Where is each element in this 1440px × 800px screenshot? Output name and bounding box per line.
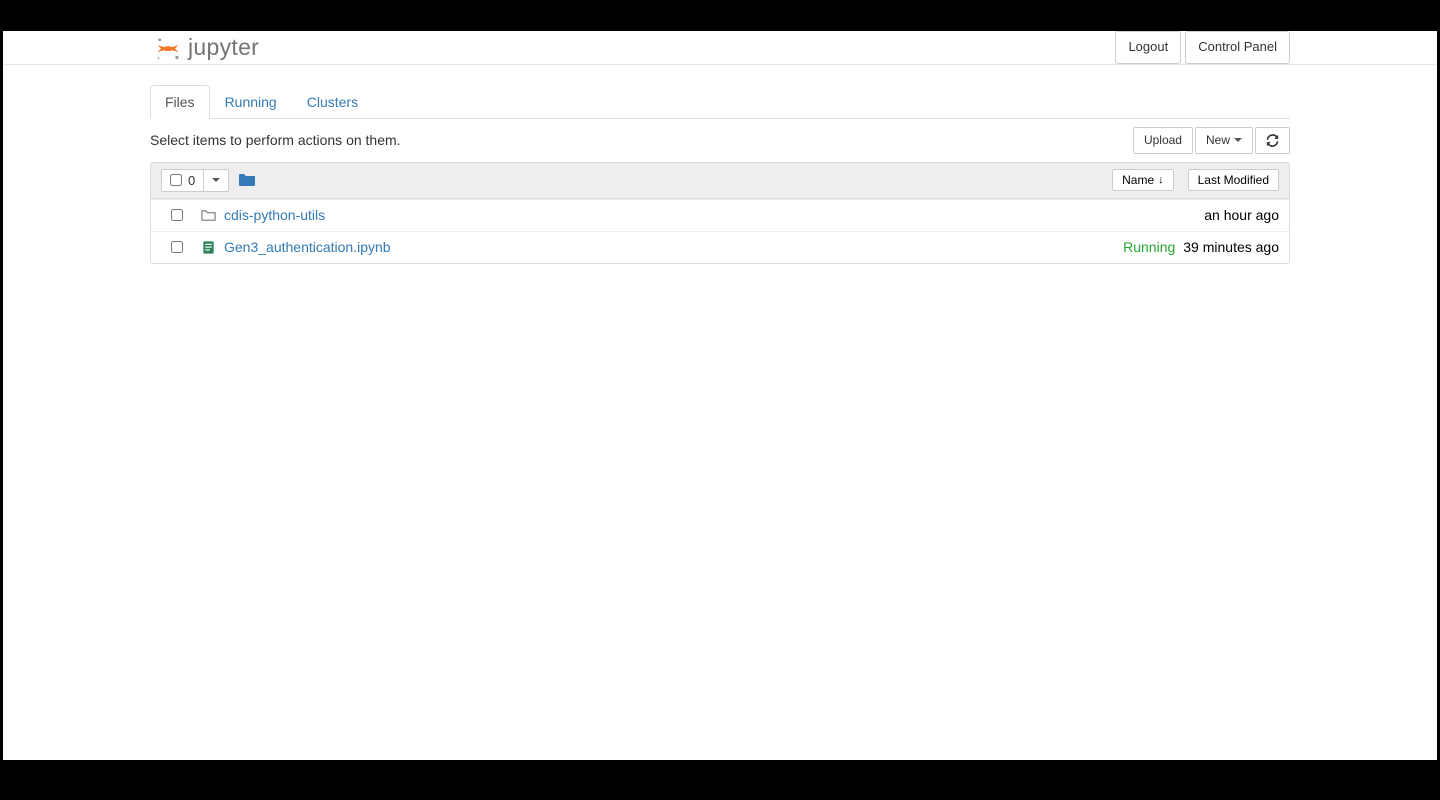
new-dropdown-button[interactable]: New — [1195, 127, 1253, 154]
item-status: Running — [1123, 239, 1175, 255]
instructions-text: Select items to perform actions on them. — [150, 132, 401, 148]
folder-outline-icon — [201, 208, 218, 223]
upload-button[interactable]: Upload — [1133, 127, 1193, 154]
control-panel-button[interactable]: Control Panel — [1185, 31, 1290, 63]
row-checkbox[interactable] — [171, 241, 183, 253]
select-all-box[interactable]: 0 — [161, 169, 204, 192]
new-dropdown-label: New — [1206, 132, 1230, 149]
refresh-icon — [1266, 134, 1279, 147]
sort-name-label: Name — [1122, 173, 1154, 187]
select-all-dropdown[interactable] — [204, 169, 229, 192]
item-name-link[interactable]: cdis-python-utils — [224, 207, 325, 223]
file-list-panel: 0 Name ↓ — [150, 162, 1290, 264]
jupyter-logo[interactable]: jupyter — [150, 34, 259, 62]
table-row: cdis-python-utils an hour ago — [151, 199, 1289, 231]
tab-running[interactable]: Running — [210, 85, 292, 119]
row-checkbox[interactable] — [171, 209, 183, 221]
file-list-header: 0 Name ↓ — [151, 163, 1289, 199]
refresh-button[interactable] — [1255, 127, 1290, 154]
caret-down-icon — [212, 178, 220, 182]
tab-clusters[interactable]: Clusters — [292, 85, 373, 119]
action-row: Select items to perform actions on them.… — [150, 119, 1290, 160]
table-row: Gen3_authentication.ipynb Running 39 min… — [151, 231, 1289, 263]
item-modified: 39 minutes ago — [1183, 239, 1279, 255]
arrow-down-icon: ↓ — [1158, 174, 1164, 186]
sort-name-button[interactable]: Name ↓ — [1112, 169, 1174, 191]
jupyter-logo-text: jupyter — [188, 34, 259, 61]
jupyter-logo-icon — [154, 34, 182, 62]
caret-down-icon — [1234, 138, 1242, 142]
app-header: jupyter Logout Control Panel — [3, 31, 1437, 65]
sort-modified-button[interactable]: Last Modified — [1188, 169, 1279, 191]
item-modified: an hour ago — [1204, 207, 1279, 223]
select-all-checkbox[interactable] — [170, 174, 182, 186]
selected-count: 0 — [188, 173, 195, 188]
item-name-link[interactable]: Gen3_authentication.ipynb — [224, 239, 391, 255]
folder-icon — [239, 173, 255, 187]
logout-button[interactable]: Logout — [1115, 31, 1181, 63]
main-tabs: Files Running Clusters — [150, 65, 1290, 119]
breadcrumb-root[interactable] — [239, 173, 255, 187]
tab-files[interactable]: Files — [150, 85, 210, 119]
notebook-icon — [201, 240, 218, 255]
